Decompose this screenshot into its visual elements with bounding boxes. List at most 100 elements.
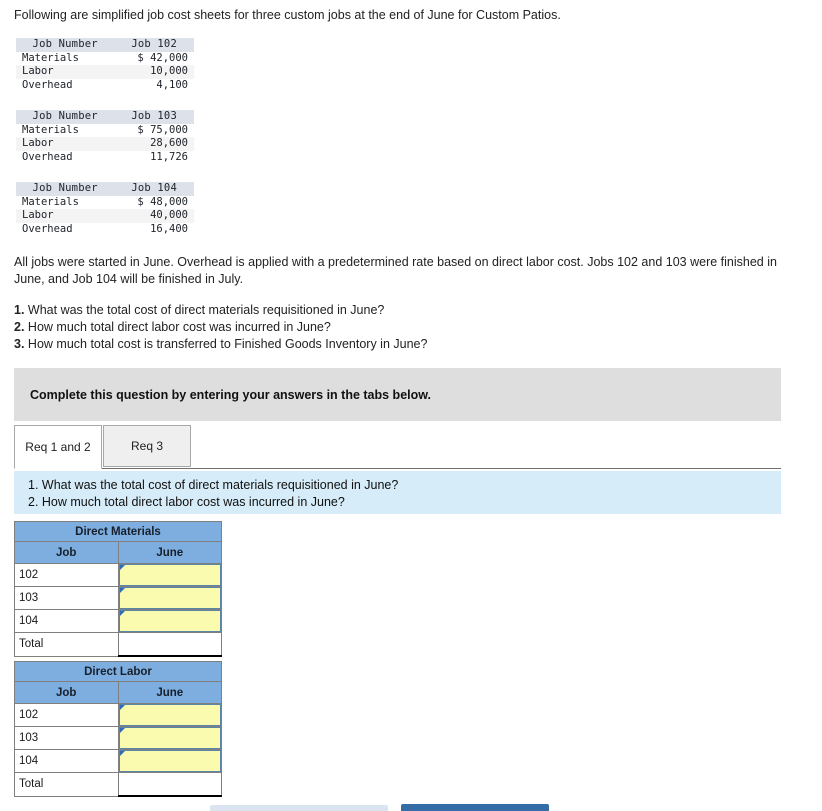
- direct-labor-title: Direct Labor: [14, 661, 222, 682]
- job-number-label: Job Number: [16, 110, 115, 124]
- june-cell[interactable]: [117, 749, 222, 773]
- job-label: 103: [14, 726, 119, 750]
- tab-bottom-divider: [14, 468, 781, 469]
- direct-labor-input-104[interactable]: [118, 750, 221, 772]
- active-question-line-2: 2. How much total direct labor cost was …: [28, 494, 345, 509]
- row-value: $ 75,000: [137, 123, 188, 136]
- row-label: Materials: [22, 123, 79, 136]
- job-sheet-header-row: Job Number Job 103: [16, 110, 194, 124]
- row-label: Overhead: [22, 150, 73, 163]
- direct-labor-input-103[interactable]: [118, 727, 221, 749]
- tab-label: Req 3: [130, 439, 164, 453]
- column-header-job: Job: [14, 541, 119, 564]
- job-sheet-header-row: Job Number Job 102: [16, 38, 194, 52]
- row-label: Labor: [16, 209, 115, 223]
- total-label: Total: [14, 632, 119, 657]
- job-number-value: Job 104: [114, 182, 194, 196]
- job-number-value: Job 102: [114, 38, 194, 52]
- question-number: 2.: [14, 320, 25, 334]
- row-label: Materials: [22, 51, 79, 64]
- job-number-label: Job Number: [16, 182, 115, 196]
- table-row: 103: [14, 586, 222, 610]
- question-text: How much total direct labor cost was inc…: [27, 320, 331, 334]
- question-text: What was the total cost of direct materi…: [27, 303, 385, 317]
- job-label: 103: [14, 586, 119, 610]
- footer-button-strip: [0, 803, 822, 811]
- instruction-banner-text: Complete this question by entering your …: [30, 387, 431, 402]
- job-sheet-header-row: Job Number Job 104: [16, 182, 194, 196]
- tab-label: Req 1 and 2: [25, 440, 91, 454]
- direct-materials-input-103[interactable]: [118, 587, 221, 609]
- instruction-banner: Complete this question by entering your …: [14, 368, 781, 421]
- active-question-line-1: 1. What was the total cost of direct mat…: [28, 478, 399, 492]
- table-row: Materials $ 42,000: [16, 52, 194, 66]
- row-value: $ 48,000: [137, 195, 188, 208]
- job-label: 102: [14, 703, 119, 727]
- row-value: 40,000: [114, 209, 194, 223]
- table-row: Overhead 4,100: [16, 79, 194, 93]
- job-cost-sheet-104: Job Number Job 104 Materials $ 48,000 La…: [16, 182, 194, 236]
- active-question-box: 1. What was the total cost of direct mat…: [14, 471, 781, 514]
- table-row: Overhead 11,726: [16, 151, 194, 165]
- previous-button[interactable]: [210, 805, 388, 811]
- question-item: 2. How much total direct labor cost was …: [14, 319, 714, 336]
- question-text: How much total cost is transferred to Fi…: [27, 337, 428, 351]
- direct-materials-title: Direct Materials: [14, 521, 222, 542]
- tab-bar: Req 1 and 2 Req 3: [14, 425, 781, 470]
- table-header-row: Job June: [14, 681, 222, 704]
- june-cell[interactable]: [117, 703, 222, 727]
- june-cell[interactable]: [117, 609, 222, 633]
- job-label: 104: [14, 609, 119, 633]
- table-total-row: Total: [14, 632, 222, 657]
- job-cost-sheet-102: Job Number Job 102 Materials $ 42,000 La…: [16, 38, 194, 92]
- row-label: Overhead: [22, 222, 73, 235]
- june-cell[interactable]: [117, 586, 222, 610]
- body-paragraph: All jobs were started in June. Overhead …: [14, 255, 777, 286]
- table-row: Labor 28,600: [16, 137, 194, 151]
- table-row: Materials $ 48,000: [16, 196, 194, 210]
- table-row: 102: [14, 563, 222, 587]
- job-label: 104: [14, 749, 119, 773]
- table-row: Materials $ 75,000: [16, 124, 194, 138]
- next-button[interactable]: [401, 804, 549, 811]
- table-row: 104: [14, 609, 222, 633]
- june-cell[interactable]: [117, 563, 222, 587]
- row-value: 10,000: [114, 65, 194, 79]
- direct-materials-table: Direct Materials Job June 102 103 104 To…: [14, 521, 222, 657]
- june-cell[interactable]: [117, 726, 222, 750]
- column-header-job: Job: [14, 681, 119, 704]
- job-cost-sheet-103: Job Number Job 103 Materials $ 75,000 La…: [16, 110, 194, 164]
- question-list: 1. What was the total cost of direct mat…: [14, 302, 714, 353]
- table-title-row: Direct Labor: [14, 661, 222, 682]
- question-number: 3.: [14, 337, 25, 351]
- row-value: 28,600: [114, 137, 194, 151]
- row-value: 16,400: [150, 222, 188, 235]
- intro-paragraph: Following are simplified job cost sheets…: [14, 8, 561, 22]
- table-row: Labor 10,000: [16, 65, 194, 79]
- tab-req-1-and-2[interactable]: Req 1 and 2: [14, 425, 102, 469]
- direct-materials-total-value: [117, 632, 222, 657]
- direct-materials-input-102[interactable]: [118, 564, 221, 586]
- table-row: Overhead 16,400: [16, 223, 194, 237]
- question-item: 1. What was the total cost of direct mat…: [14, 302, 714, 319]
- job-number-value: Job 103: [114, 110, 194, 124]
- direct-materials-input-104[interactable]: [118, 610, 221, 632]
- row-label: Labor: [16, 65, 115, 79]
- job-number-label: Job Number: [16, 38, 115, 52]
- tab-req-3[interactable]: Req 3: [103, 425, 191, 467]
- table-row: Labor 40,000: [16, 209, 194, 223]
- row-value: $ 42,000: [137, 51, 188, 64]
- column-header-june: June: [117, 541, 222, 564]
- table-row: 102: [14, 703, 222, 727]
- table-row: 104: [14, 749, 222, 773]
- table-total-row: Total: [14, 772, 222, 797]
- job-label: 102: [14, 563, 119, 587]
- question-item: 3. How much total cost is transferred to…: [14, 336, 714, 353]
- table-header-row: Job June: [14, 541, 222, 564]
- direct-labor-input-102[interactable]: [118, 704, 221, 726]
- direct-labor-total-value: [117, 772, 222, 797]
- table-row: 103: [14, 726, 222, 750]
- total-label: Total: [14, 772, 119, 797]
- row-value: 11,726: [150, 150, 188, 163]
- direct-labor-table: Direct Labor Job June 102 103 104 Total: [14, 661, 222, 797]
